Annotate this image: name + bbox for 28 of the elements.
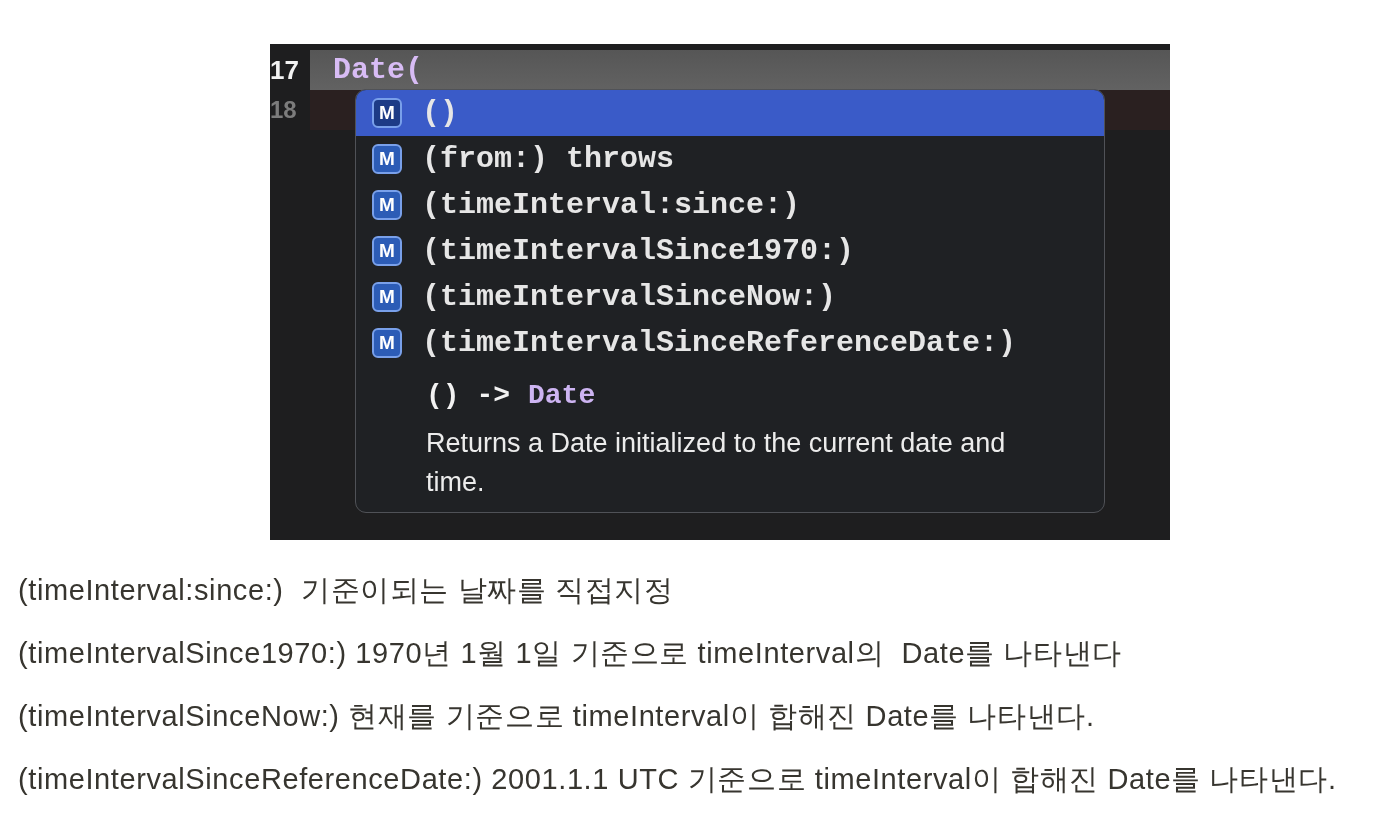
- completion-label: (timeInterval:since:): [422, 188, 801, 222]
- completion-item[interactable]: M (timeInterval:since:): [356, 182, 1104, 228]
- description-text: Returns a Date initialized to the current date and time.: [426, 427, 1007, 499]
- line-number: 18: [270, 98, 297, 122]
- method-badge: M: [372, 144, 402, 174]
- method-badge: M: [372, 282, 402, 312]
- completion-label: (): [422, 96, 458, 130]
- line-number: 17: [270, 57, 299, 83]
- note-text: (timeIntervalSinceNow:) 현재를 기준으로 timeInterval이 합해진 Date를 나타낸다.: [18, 699, 1095, 734]
- method-badge: M: [372, 328, 402, 358]
- note-text: (timeIntervalSinceReferenceDate:) 2001.1.1 UTC 기준으로 timeInterval이 합해진 Date를 나타낸다.: [18, 762, 1337, 797]
- code-text: Date(: [333, 53, 423, 87]
- method-badge: M: [372, 98, 402, 128]
- completion-item[interactable]: M (timeIntervalSinceNow:): [356, 274, 1104, 320]
- return-type: Date: [528, 379, 596, 411]
- completion-label: (timeIntervalSinceNow:): [422, 280, 837, 314]
- method-badge: M: [372, 190, 402, 220]
- completion-label: (timeIntervalSinceReferenceDate:): [422, 326, 1017, 360]
- note-text: (timeIntervalSince1970:) 1970년 1월 1일 기준으로 timeInterval의 Date를 나타낸다: [18, 636, 1122, 671]
- method-badge: M: [372, 236, 402, 266]
- completion-item[interactable]: M (timeIntervalSinceReferenceDate:): [356, 320, 1104, 366]
- completion-item[interactable]: M (timeIntervalSince1970:): [356, 228, 1104, 274]
- completion-item[interactable]: M (): [356, 90, 1104, 136]
- completion-label: (from:) throws: [422, 142, 675, 176]
- completion-item[interactable]: M (from:) throws: [356, 136, 1104, 182]
- note-text: (timeInterval:since:) 기준이되는 날짜를 직접지정: [18, 573, 674, 608]
- completion-label: (timeIntervalSince1970:): [422, 234, 855, 268]
- signature-text: () ->: [426, 379, 510, 411]
